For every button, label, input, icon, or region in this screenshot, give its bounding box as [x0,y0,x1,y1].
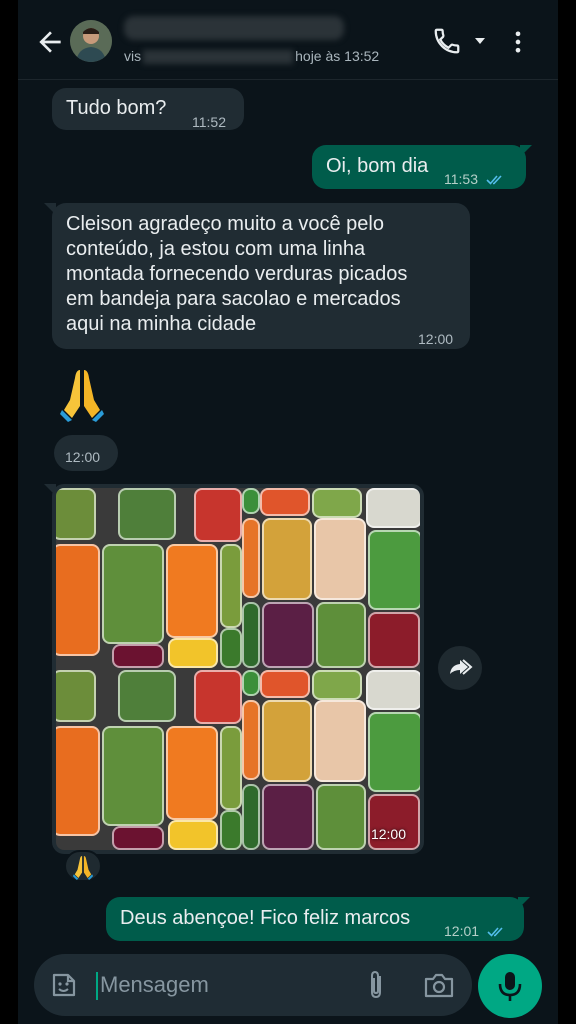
camera-icon[interactable] [422,970,456,1000]
message-time-text: 11:53 [444,171,478,187]
message-line: conteúdo, ja estou com uma linha [66,238,366,260]
message-line: montada fornecendo verduras picados [66,263,408,285]
message-bubble-incoming[interactable]: Tudo bom? 11:52 [52,88,244,130]
message-time-text: 12:01 [444,923,480,939]
message-text: Deus abençoe! Fico feliz marcos [120,907,411,929]
message-time: 12:00 [370,826,406,842]
read-ticks-icon [486,175,502,185]
bubble-tail [518,897,530,909]
paperclip-icon[interactable] [360,968,392,1002]
reaction-badge[interactable] [64,850,102,882]
message-text: Oi, bom dia [326,155,429,177]
status-suffix: hoje às 13:52 [295,48,380,64]
message-bubble-outgoing[interactable]: Oi, bom dia 11:53 [312,145,526,189]
message-line: Cleison agradeço muito a você pelo [66,213,384,235]
message-line: em bandeja para sacolao e mercados [66,288,401,310]
message-time: 12:00 [418,331,454,347]
avatar[interactable] [70,20,112,62]
more-vert-icon[interactable] [504,26,532,58]
message-composer [34,954,472,1016]
emoji-time-badge: 12:00 [54,435,118,471]
contact-name[interactable] [124,16,344,40]
contact-status: vis hoje às 13:52 [124,48,380,65]
message-bubble-outgoing[interactable]: Deus abençoe! Fico feliz marcos 12:01 [106,897,524,941]
praying-hands-emoji [72,856,94,880]
chat-header: vis hoje às 13:52 [18,0,558,80]
back-arrow-icon[interactable] [34,26,66,58]
message-time: 12:00 [65,449,101,465]
text-cursor [96,972,98,1000]
praying-hands-emoji[interactable] [58,366,106,422]
status-prefix: vis [124,48,142,64]
vegetable-trays-photo[interactable]: 12:00 [56,488,420,850]
message-bubble-incoming[interactable]: Cleison agradeço muito a você pelo conte… [52,203,470,349]
message-line: aqui na minha cidade [66,313,257,335]
message-text: Tudo bom? [66,97,167,119]
read-ticks-icon [487,927,503,937]
sticker-icon[interactable] [48,969,80,1001]
bubble-tail [520,145,532,157]
forward-button[interactable] [438,646,482,690]
message-time: 11:53 [444,167,506,192]
message-time: 11:52 [192,114,226,130]
message-input[interactable] [92,966,342,1004]
chat-screen: vis hoje às 13:52 Tudo bom? 11:52 Oi, bom… [18,0,558,1024]
forward-icon [450,659,473,675]
microphone-icon [498,972,522,1001]
caret-down-icon[interactable] [472,33,488,49]
message-time: 12:01 [444,919,507,944]
microphone-button[interactable] [478,954,542,1018]
status-blur [143,50,294,65]
image-message[interactable]: 12:00 [52,484,424,854]
phone-icon[interactable] [432,26,462,56]
